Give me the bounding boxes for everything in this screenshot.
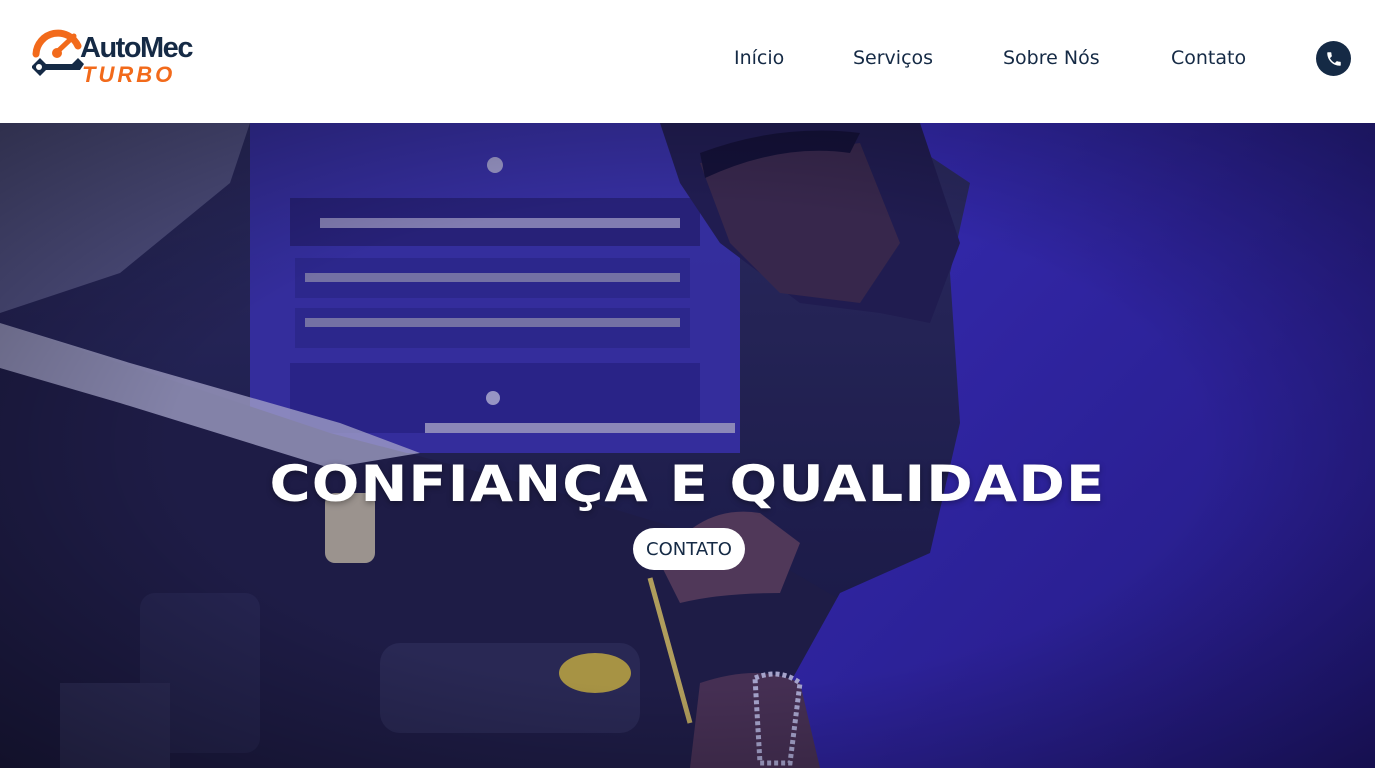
hero-title: CONFIANÇA E QUALIDADE [269, 455, 1106, 513]
nav-item-inicio[interactable]: Início [734, 46, 784, 70]
hero-contact-button[interactable]: CONTATO [633, 528, 745, 570]
hero-section: CONFIANÇA E QUALIDADE CONTATO [0, 123, 1375, 768]
site-header: AutoMec TURBO Início Serviços Sobre Nós … [0, 0, 1375, 123]
nav-item-servicos[interactable]: Serviços [853, 46, 933, 70]
main-nav: Início Serviços Sobre Nós Contato [0, 0, 1375, 123]
phone-button[interactable] [1316, 41, 1351, 76]
phone-icon [1326, 51, 1341, 66]
hero-background-image [0, 123, 1375, 768]
nav-item-sobre-nos[interactable]: Sobre Nós [1003, 46, 1100, 70]
nav-item-contato[interactable]: Contato [1171, 46, 1246, 70]
